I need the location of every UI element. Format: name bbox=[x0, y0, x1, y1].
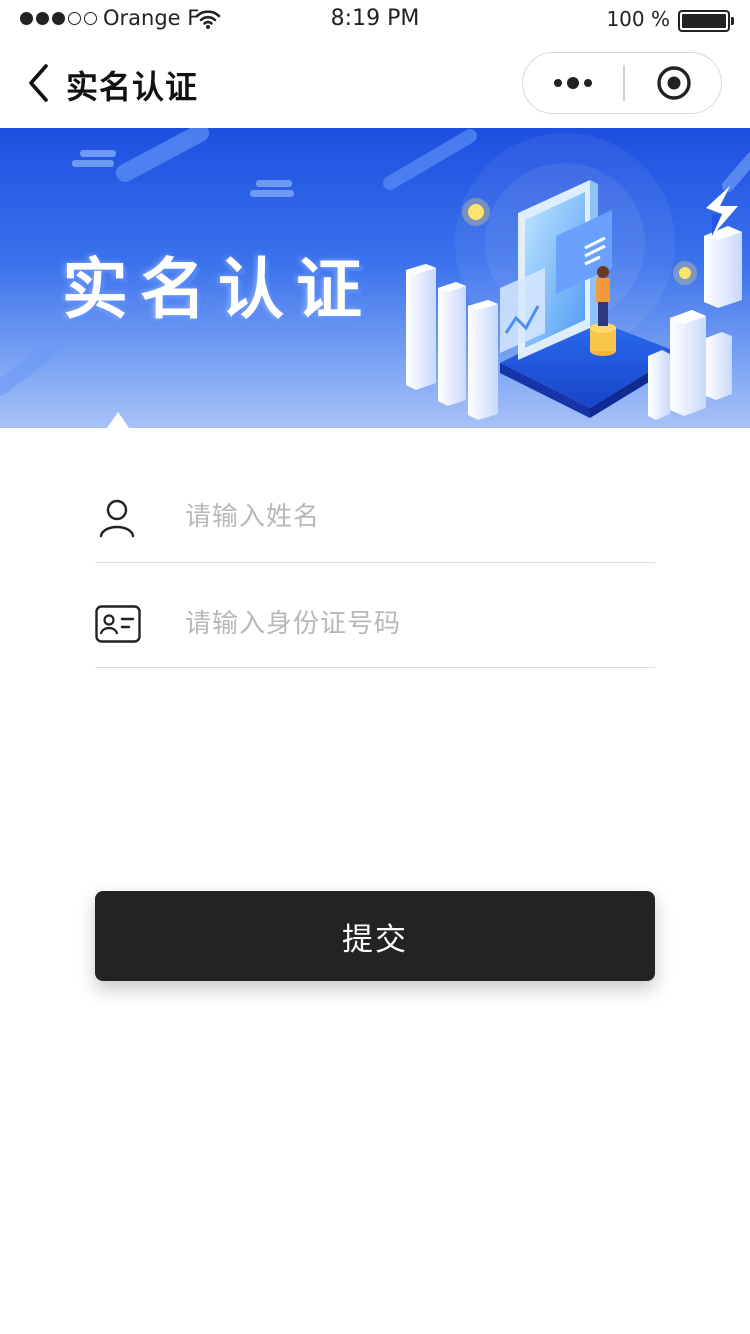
battery-icon bbox=[678, 10, 734, 32]
banner: 实名认证 bbox=[0, 128, 750, 428]
chevron-left-icon bbox=[29, 64, 48, 102]
more-button[interactable] bbox=[523, 53, 622, 112]
user-icon bbox=[95, 496, 139, 544]
target-circle-icon bbox=[656, 65, 691, 100]
id-field-row bbox=[95, 577, 655, 668]
id-number-input[interactable] bbox=[185, 599, 645, 649]
name-field-row bbox=[95, 470, 655, 563]
page-title: 实名认证 bbox=[66, 68, 199, 106]
back-button[interactable] bbox=[20, 60, 60, 106]
mini-program-capsule bbox=[522, 52, 722, 114]
nav-bar: 实名认证 bbox=[0, 40, 750, 128]
more-dots-icon bbox=[553, 78, 562, 87]
close-miniprogram-button[interactable] bbox=[624, 53, 723, 112]
battery-percentage: 100 % bbox=[606, 7, 670, 31]
realname-auth-page: Orange F 8:19 PM 100 % 实名认证 实名认证 请输入姓名 请… bbox=[0, 0, 750, 1334]
id-card-icon bbox=[95, 605, 141, 647]
submit-button[interactable]: 提交 bbox=[95, 891, 655, 981]
banner-notch bbox=[107, 412, 129, 428]
name-input[interactable] bbox=[185, 492, 645, 542]
banner-title: 实名认证 bbox=[62, 251, 374, 328]
battery-fill bbox=[682, 14, 726, 28]
status-bar: Orange F 8:19 PM 100 % bbox=[0, 0, 750, 40]
